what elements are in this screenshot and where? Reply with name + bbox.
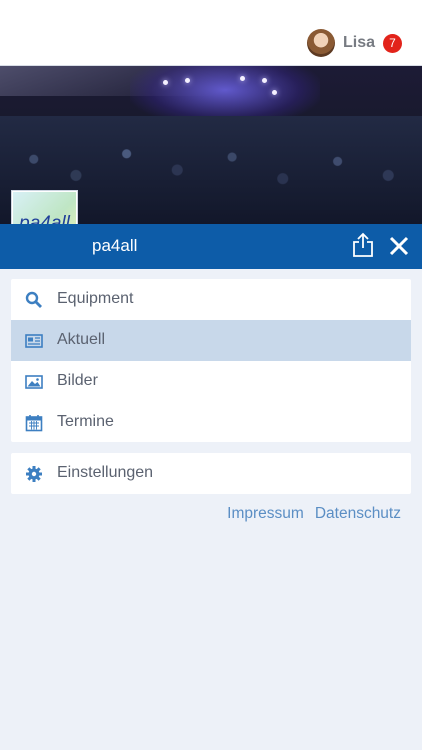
- image-icon: [25, 375, 43, 389]
- calendar-icon: [25, 415, 43, 432]
- menu-item-aktuell[interactable]: Aktuell: [11, 320, 411, 361]
- menu-item-termine[interactable]: Termine: [11, 402, 411, 443]
- stage-light: [272, 90, 277, 95]
- notification-badge[interactable]: 7: [383, 33, 402, 53]
- footer-links: Impressum Datenschutz: [227, 505, 401, 523]
- menu-item-label: Bilder: [57, 372, 98, 389]
- user-name[interactable]: Lisa: [343, 34, 375, 52]
- stage-light: [240, 76, 245, 81]
- main-menu: Equipment Aktuell Bilder Termine: [11, 279, 411, 442]
- newspaper-icon: [25, 334, 43, 348]
- stage-light: [262, 78, 267, 83]
- top-bar: Lisa 7: [0, 0, 422, 66]
- menu-item-label: Equipment: [57, 290, 134, 307]
- gear-icon: [26, 466, 42, 482]
- close-icon[interactable]: [389, 236, 409, 256]
- share-icon[interactable]: [352, 232, 374, 258]
- stage-light: [163, 80, 168, 85]
- menu-item-label: Termine: [57, 413, 114, 430]
- user-avatar[interactable]: [306, 29, 335, 57]
- user-menu[interactable]: Lisa 7: [306, 29, 402, 57]
- app-name-bar: pa4all: [0, 224, 422, 269]
- app-name: pa4all: [92, 236, 138, 255]
- menu-item-equipment[interactable]: Equipment: [11, 279, 411, 320]
- settings-menu: Einstellungen: [11, 453, 411, 494]
- search-icon: [25, 291, 42, 308]
- stage-light: [185, 78, 190, 83]
- menu-item-label: Einstellungen: [57, 464, 154, 481]
- impressum-link[interactable]: Impressum: [227, 505, 304, 523]
- menu-item-bilder[interactable]: Bilder: [11, 361, 411, 402]
- menu-item-einstellungen[interactable]: Einstellungen: [11, 453, 411, 494]
- menu-item-label: Aktuell: [57, 331, 106, 348]
- datenschutz-link[interactable]: Datenschutz: [315, 505, 401, 523]
